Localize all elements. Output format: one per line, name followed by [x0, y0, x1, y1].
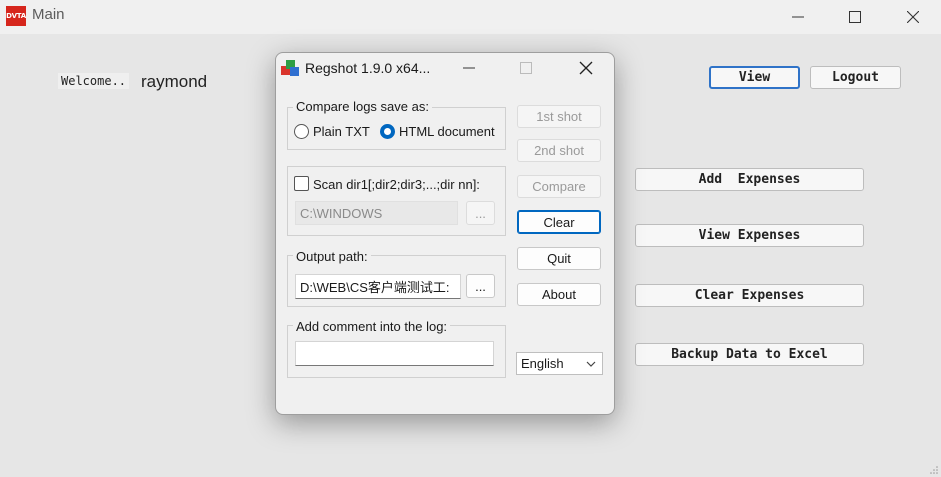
dialog-close-button[interactable] — [568, 57, 604, 79]
comment-field[interactable] — [295, 341, 494, 366]
output-path-browse-button[interactable]: ... — [466, 274, 495, 298]
minimize-button[interactable] — [768, 0, 828, 34]
view-expenses-button[interactable]: View Expenses — [635, 224, 864, 247]
clear-button[interactable]: Clear — [517, 210, 601, 234]
view-button[interactable]: View — [709, 66, 800, 89]
comment-label: Add comment into the log: — [293, 319, 451, 334]
compare-button[interactable]: Compare — [517, 175, 601, 198]
minimize-icon — [463, 67, 475, 69]
scan-dir-browse-button[interactable]: ... — [466, 201, 495, 225]
second-shot-button[interactable]: 2nd shot — [517, 139, 601, 162]
logout-button[interactable]: Logout — [810, 66, 901, 89]
html-document-radio[interactable] — [380, 124, 395, 139]
scan-dir-label: Scan dir1[;dir2;dir3;...;dir nn]: — [313, 177, 480, 192]
scan-dir-field[interactable]: C:\WINDOWS — [295, 201, 458, 225]
output-path-field[interactable]: D:\WEB\CS客户端测试工: — [295, 274, 461, 299]
close-icon — [907, 11, 919, 23]
minimize-icon — [792, 16, 804, 18]
window-title: Main — [32, 6, 65, 23]
maximize-icon — [849, 11, 861, 23]
welcome-label: Welcome.. — [58, 73, 130, 89]
quit-button[interactable]: Quit — [517, 247, 601, 270]
maximize-button[interactable] — [825, 0, 885, 34]
clear-expenses-button[interactable]: Clear Expenses — [635, 284, 864, 307]
username-label: raymond — [141, 72, 208, 91]
first-shot-button[interactable]: 1st shot — [517, 105, 601, 128]
plain-txt-label: Plain TXT — [313, 124, 370, 139]
compare-logs-label: Compare logs save as: — [293, 99, 432, 114]
html-document-label: HTML document — [399, 124, 495, 139]
dialog-minimize-button[interactable] — [451, 57, 487, 79]
about-button[interactable]: About — [517, 283, 601, 306]
main-title-bar: DVTA Main — [0, 0, 941, 34]
dialog-title: Regshot 1.9.0 x64... — [305, 60, 431, 76]
plain-txt-radio[interactable] — [294, 124, 309, 139]
regshot-dialog: Regshot 1.9.0 x64... Compare logs save a… — [275, 52, 615, 415]
chevron-down-icon — [586, 361, 596, 367]
resize-grip-icon[interactable] — [929, 465, 939, 475]
maximize-icon — [520, 62, 532, 74]
language-select[interactable]: English — [516, 352, 603, 375]
app-logo: DVTA — [6, 6, 26, 26]
add-expenses-button[interactable]: Add Expenses — [635, 168, 864, 191]
backup-data-button[interactable]: Backup Data to Excel — [635, 343, 864, 366]
output-path-label: Output path: — [293, 249, 371, 264]
dialog-maximize-button — [508, 57, 544, 79]
language-value: English — [521, 356, 564, 371]
scan-dir-checkbox[interactable] — [294, 176, 309, 191]
close-icon — [579, 61, 593, 75]
close-button[interactable] — [883, 0, 941, 34]
regshot-app-icon — [281, 60, 299, 76]
